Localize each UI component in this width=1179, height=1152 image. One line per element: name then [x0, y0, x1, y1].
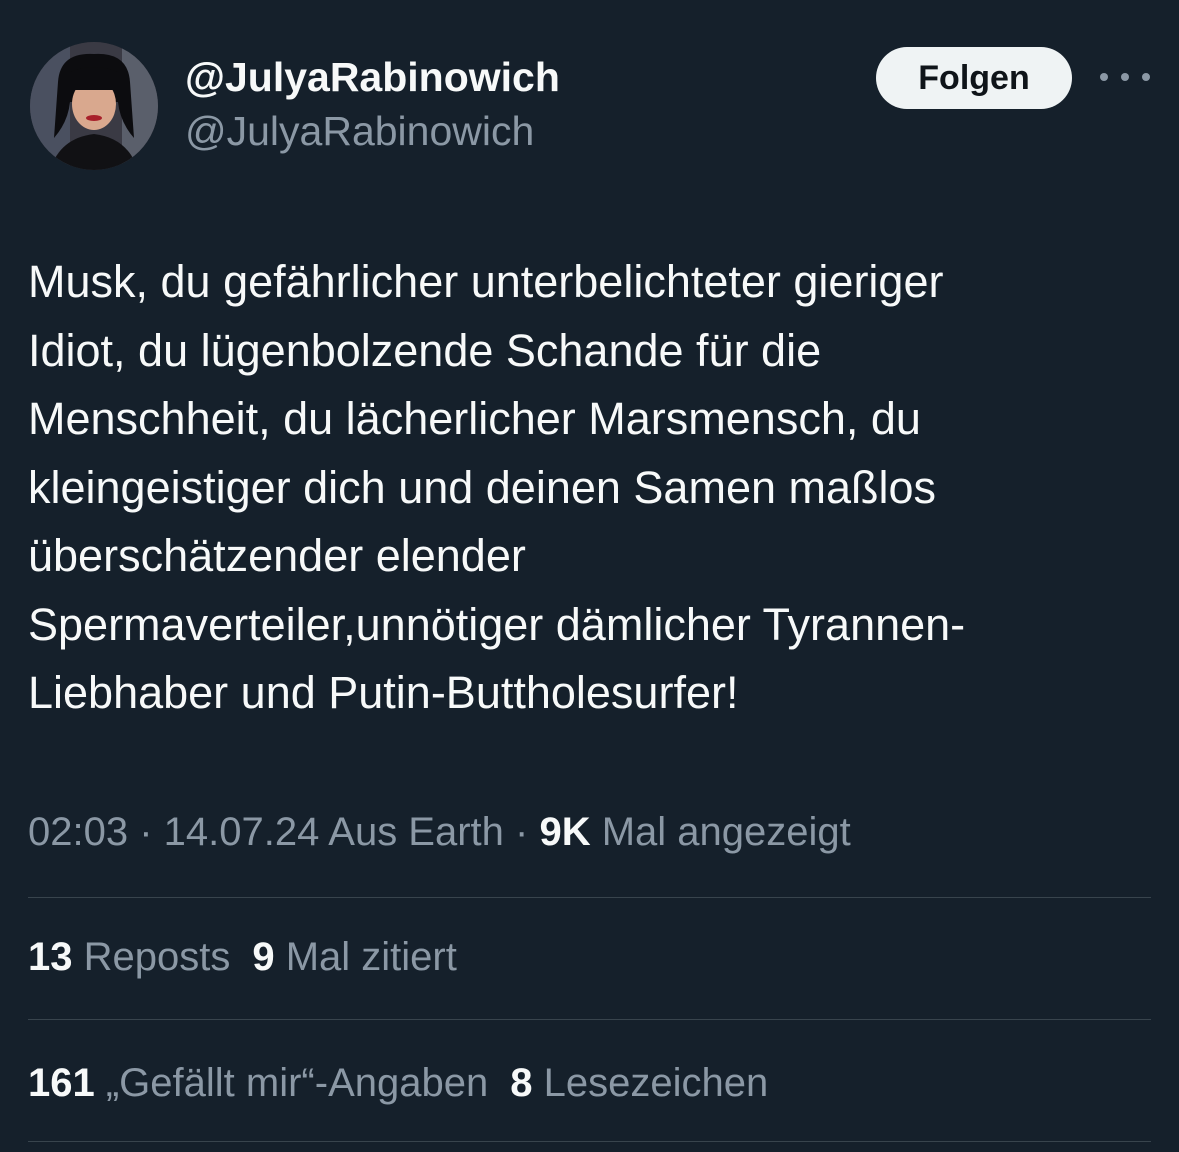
follow-button[interactable]: Folgen — [876, 47, 1072, 109]
dot — [1121, 73, 1129, 81]
reposts-link[interactable]: 13 Reposts — [28, 935, 230, 979]
reposts-label: Reposts — [72, 935, 231, 979]
divider — [28, 1019, 1151, 1020]
bookmarks-label: Lesezeichen — [532, 1061, 769, 1105]
user-handle[interactable]: @JulyaRabinowich — [185, 108, 534, 155]
bookmarks-link[interactable]: 8 Lesezeichen — [510, 1061, 768, 1105]
tweet-text-line: überschätzender elender — [28, 530, 526, 581]
separator: · — [503, 810, 540, 854]
divider — [28, 897, 1151, 898]
likes-link[interactable]: 161 „Gefällt mir“-Angaben — [28, 1061, 488, 1105]
views-count: 9K — [539, 810, 591, 854]
likes-label: „Gefällt mir“-Angaben — [94, 1061, 489, 1105]
tweet-text-line: Spermaverteiler,unnötiger dämlicher Tyra… — [28, 598, 966, 650]
reposts-count: 13 — [28, 935, 73, 979]
tweet-text-line: kleingeistiger dich und deinen Samen maß… — [28, 461, 937, 513]
likes-count: 161 — [28, 1061, 95, 1105]
tweet-text-line: Musk, du gefährlicher unterbelichteter g… — [28, 256, 944, 307]
tweet-date[interactable]: 14.07.24 — [164, 810, 320, 854]
tweet-meta: 02:03 · 14.07.24 Aus Earth · 9K Mal ange… — [28, 810, 851, 855]
more-dots-icon[interactable] — [1100, 62, 1150, 92]
tweet-text: Musk, du gefährlicher unterbelichteter g… — [28, 248, 1148, 728]
dot — [1100, 73, 1108, 81]
tweet-source: Aus Earth — [319, 810, 504, 854]
tweet-text-line: Idiot, du lügenbolzende Schande für die — [28, 324, 822, 376]
stats-row-reposts: 13 Reposts 9 Mal zitiert — [28, 935, 457, 980]
tweet-text-line: Menschheit, du lächerlicher Marsmensch, … — [28, 393, 921, 444]
bookmarks-count: 8 — [510, 1061, 533, 1105]
divider — [28, 1141, 1151, 1142]
separator: · — [128, 810, 164, 854]
quotes-link[interactable]: 9 Mal zitiert — [252, 935, 457, 979]
quotes-count: 9 — [252, 935, 275, 979]
tweet-time[interactable]: 02:03 — [28, 810, 128, 854]
views-label: Mal angezeigt — [590, 810, 851, 854]
display-name[interactable]: @JulyaRabinowich — [185, 54, 560, 101]
tweet-text-line: Liebhaber und Putin-Buttholesurfer! — [28, 667, 739, 718]
stats-row-likes: 161 „Gefällt mir“-Angaben 8 Lesezeichen — [28, 1061, 768, 1106]
profile-photo — [30, 42, 158, 170]
dot — [1142, 73, 1150, 81]
avatar[interactable] — [30, 42, 158, 170]
quotes-label: Mal zitiert — [274, 935, 457, 979]
